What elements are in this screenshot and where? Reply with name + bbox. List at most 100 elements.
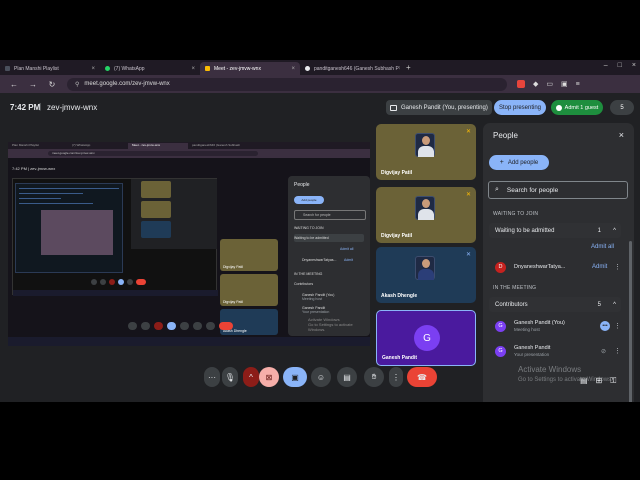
address-bar-row: ← → ↻ ⚲ meet.google.com/zev-jmvw-wnx ◆ ▭…: [0, 75, 640, 93]
browser-window: Plan Manshi Playlist × (7) WhatsApp × Me…: [0, 60, 640, 402]
shared-waiting-section: WAITING TO JOIN: [294, 226, 324, 230]
window-controls: – □ ×: [604, 62, 636, 69]
url-field[interactable]: ⚲ meet.google.com/zev-jmvw-wnx: [67, 77, 507, 91]
tab-playlist[interactable]: Plan Manshi Playlist ×: [0, 62, 100, 75]
more-options-icon[interactable]: ⋮: [614, 263, 621, 271]
nested-shared-screen: [12, 178, 331, 296]
mic-off-icon: ✕: [465, 252, 471, 258]
code-line: [19, 193, 83, 194]
close-icon[interactable]: ×: [291, 66, 295, 72]
close-icon[interactable]: ×: [399, 66, 400, 72]
nested-control: [109, 279, 115, 285]
tab-github[interactable]: panditganesh646 (Ganesh Subhash P ×: [300, 62, 400, 75]
add-people-button[interactable]: + Add people: [489, 155, 549, 170]
shared-waiting-person: DnyaneshwarTatyas...: [302, 258, 337, 262]
emoji-icon: ☺: [316, 372, 326, 382]
shared-url: meet.google.com/zev-jmvw-wnx: [48, 151, 258, 156]
more-options-left-button[interactable]: ···: [204, 367, 220, 387]
chevron-up-icon[interactable]: ^: [613, 302, 616, 308]
minimize-icon[interactable]: –: [604, 62, 608, 69]
back-icon[interactable]: ←: [9, 80, 19, 89]
nested-control: [91, 279, 97, 285]
github-icon: [305, 66, 310, 71]
close-icon[interactable]: ×: [91, 66, 95, 72]
code-line: [19, 188, 119, 189]
site-info-icon[interactable]: ⚲: [75, 81, 79, 88]
tab-label: Plan Manshi Playlist: [14, 65, 59, 72]
sidebar-icon[interactable]: ▭: [546, 80, 553, 88]
chevron-up-icon[interactable]: ^: [613, 228, 616, 234]
close-icon[interactable]: ×: [619, 130, 624, 140]
host-controls-icon[interactable]: ⚿: [610, 376, 616, 386]
waiting-group-label: Waiting to be admitted: [495, 227, 555, 234]
contributors-group[interactable]: Contributors 5 ^: [489, 297, 621, 312]
meeting-time: 7:42 PM: [10, 103, 41, 112]
avatar: D: [495, 261, 506, 273]
more-options-button[interactable]: ⋮: [389, 367, 403, 387]
close-icon[interactable]: ×: [191, 66, 195, 72]
new-tab-button[interactable]: +: [406, 63, 411, 72]
participant-name: Akash Dhengle: [381, 293, 418, 299]
activities-icon[interactable]: ⊞: [596, 376, 603, 386]
shared-tile: Digvijay Patil: [220, 274, 278, 306]
participant-tile[interactable]: ✕ Akash Dhengle: [376, 247, 476, 303]
shared-admit: Admit: [344, 258, 353, 262]
shared-admit-all: Admit all: [340, 247, 354, 251]
contributors-count: 5: [597, 301, 601, 308]
chat-icon[interactable]: ▤: [580, 376, 588, 386]
close-window-icon[interactable]: ×: [632, 62, 636, 69]
url-text: meet.google.com/zev-jmvw-wnx: [84, 81, 170, 87]
tab-meet[interactable]: Meet - zev-jmvw-wnx ×: [200, 62, 300, 75]
raise-hand-button[interactable]: ✋︎: [364, 367, 384, 387]
more-options-icon[interactable]: ⋮: [614, 347, 621, 355]
emoji-button[interactable]: ☺: [311, 367, 331, 387]
participant-name: Digvijay Patil: [381, 170, 413, 176]
mic-button[interactable]: 🎙︎: [222, 367, 238, 387]
forward-icon[interactable]: →: [28, 80, 38, 89]
camera-off-icon: ⊠: [265, 372, 273, 382]
participant-tile[interactable]: ✕ Digvijay Patil: [376, 124, 476, 180]
maximize-icon[interactable]: □: [618, 62, 622, 69]
brave-shield-icon[interactable]: [517, 80, 525, 88]
nested-controls: [91, 279, 221, 286]
in-meeting-section-label: IN THE MEETING: [493, 285, 537, 291]
present-button[interactable]: ▣: [283, 367, 307, 387]
member-name: Ganesh Pandit (You): [514, 320, 565, 326]
present-icon: ▣: [291, 372, 299, 382]
contributors-label: Contributors: [495, 301, 528, 308]
stop-presenting-button[interactable]: Stop presenting: [494, 100, 546, 115]
camera-off-button[interactable]: ⊠: [259, 367, 279, 387]
more-options-icon[interactable]: ⋮: [614, 322, 621, 330]
camera-options-button[interactable]: ^: [243, 367, 259, 387]
admit-button[interactable]: Admit: [592, 264, 607, 270]
presenting-indicator[interactable]: Ganesh Pandit (You, presenting): [386, 100, 492, 115]
shared-control: [219, 322, 233, 330]
people-count-button[interactable]: 5: [610, 100, 634, 115]
search-input[interactable]: ⌕ Search for people: [488, 181, 628, 199]
waiting-group[interactable]: Waiting to be admitted 1 ^: [489, 223, 621, 238]
participant-tile[interactable]: ✕ Digvijay Patil: [376, 187, 476, 243]
shared-waiting-group: Waiting to be admitted: [294, 236, 329, 240]
whatsapp-icon: [105, 66, 110, 71]
leave-call-button[interactable]: ☎︎: [407, 367, 437, 387]
reload-icon[interactable]: ↻: [47, 80, 57, 89]
member-role: Meeting host: [514, 327, 540, 332]
avatar: G: [495, 345, 506, 357]
extension-icon[interactable]: ◆: [533, 80, 538, 88]
participant-tile[interactable]: G Ganesh Pandit: [376, 310, 476, 366]
presenting-label: Ganesh Pandit (You, presenting): [401, 104, 488, 111]
tab-whatsapp[interactable]: (7) WhatsApp ×: [100, 62, 200, 75]
shared-people-panel: People Add people Search for people WAIT…: [288, 176, 370, 336]
admit-all-button[interactable]: Admit all: [591, 244, 614, 250]
stop-share-icon[interactable]: ⊘: [601, 348, 606, 355]
captions-icon: ▤: [343, 372, 351, 382]
shared-search: Search for people: [294, 210, 366, 220]
member-row: G Ganesh Pandit Your presentation ⊘ ⋮: [495, 343, 625, 359]
wallet-icon[interactable]: ▣: [561, 80, 568, 88]
menu-icon[interactable]: ≡: [576, 81, 580, 88]
code-line: [19, 203, 94, 204]
captions-button[interactable]: ▤: [337, 367, 357, 387]
presented-screen: Plan Manshi Playlist (7) WhatsApp Meet -…: [8, 142, 370, 346]
admit-guest-button[interactable]: Admit 1 guest: [551, 100, 603, 115]
waiting-section-label: WAITING TO JOIN: [493, 211, 539, 217]
